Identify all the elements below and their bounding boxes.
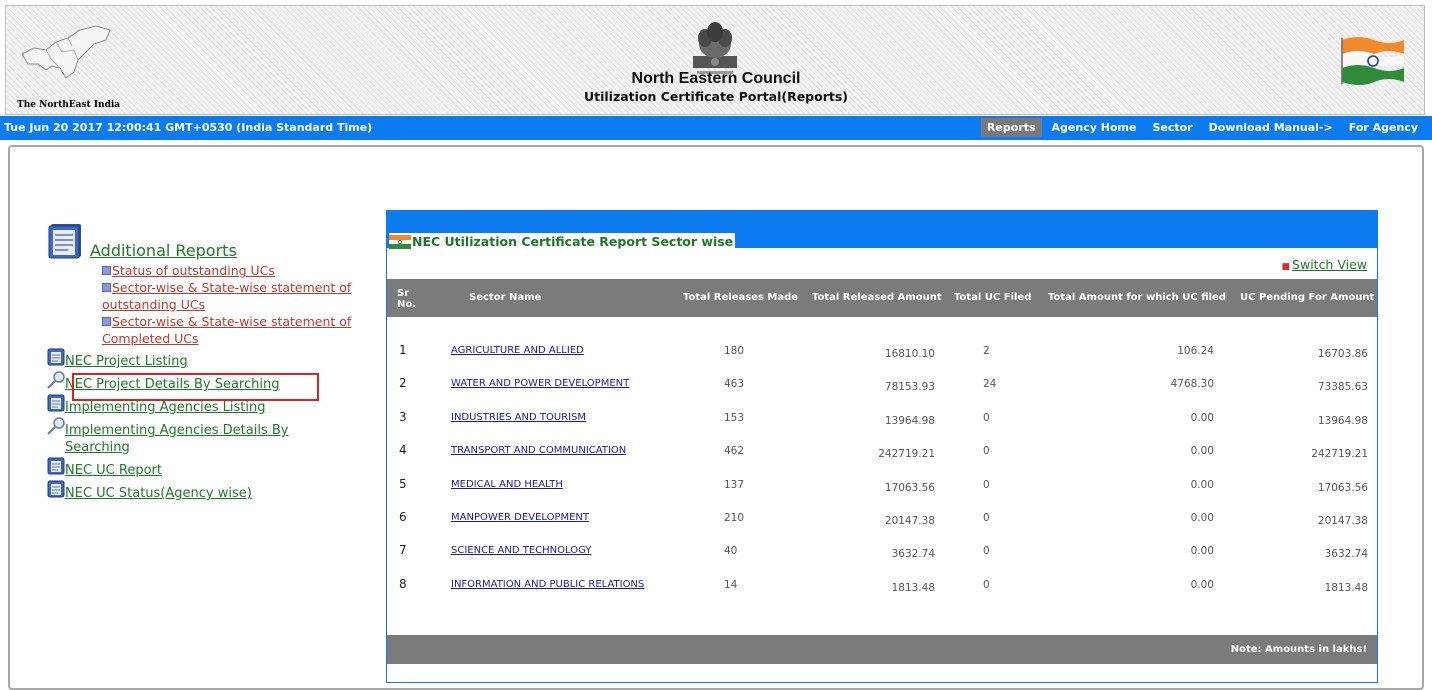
document-icon: [47, 348, 65, 366]
col-sr: Sr No.: [397, 288, 417, 310]
switch-view-link[interactable]: ■ Switch View: [1282, 257, 1367, 272]
top-navbar: Tue Jun 20 2017 12:00:41 GMT+0530 (India…: [0, 116, 1432, 140]
sector-link[interactable]: MEDICAL AND HEALTH: [451, 479, 563, 490]
sector-link[interactable]: INDUSTRIES AND TOURISM: [451, 412, 586, 423]
nav-sector[interactable]: Sector: [1146, 118, 1198, 137]
sidebar-item-uc-report[interactable]: NEC UC Report: [46, 457, 366, 480]
sidebar-item-project-listing[interactable]: NEC Project Listing: [46, 348, 366, 371]
india-flag-icon: [389, 234, 411, 249]
sector-link[interactable]: SCIENCE AND TECHNOLOGY: [451, 545, 591, 556]
table-row: 4 TRANSPORT AND COMMUNICATION 462 242719…: [399, 443, 1368, 461]
document-icon: [47, 394, 65, 412]
table-row: 2 WATER AND POWER DEVELOPMENT 463 78153.…: [399, 376, 1368, 394]
col-releases: Total Releases Made: [683, 292, 799, 303]
col-uc-amount: Total Amount for which UC filed: [1048, 292, 1226, 303]
document-icon: [47, 480, 65, 498]
nav-links: Reports Agency Home Sector Download Manu…: [980, 118, 1424, 137]
table-row: 6 MANPOWER DEVELOPMENT 210 20147.38 0 0.…: [399, 509, 1368, 527]
table-footer: Note: Amounts in lakhs!: [387, 635, 1377, 664]
table-row: 7 SCIENCE AND TECHNOLOGY 40 3632.74 0 0.…: [399, 543, 1368, 561]
document-icon: [47, 457, 65, 475]
magnifier-icon: [47, 417, 65, 435]
table-row: 8 INFORMATION AND PUBLIC RELATIONS 14 18…: [399, 576, 1368, 594]
sector-report: NEC Utilization Certificate Report Secto…: [386, 210, 1378, 683]
sector-link[interactable]: TRANSPORT AND COMMUNICATION: [451, 445, 626, 456]
bullet-icon: [102, 283, 111, 292]
sector-link[interactable]: WATER AND POWER DEVELOPMENT: [451, 378, 629, 389]
sidebar-item-agencies-search[interactable]: Implementing Agencies Details By Searchi…: [46, 417, 366, 457]
current-datetime: Tue Jun 20 2017 12:00:41 GMT+0530 (India…: [4, 121, 373, 134]
magnifier-icon: [47, 371, 65, 389]
bullet-icon: [102, 266, 111, 275]
sublink-statement-outstanding[interactable]: Sector-wise & State-wise statement of ou…: [102, 279, 382, 313]
bullet-icon: [102, 317, 111, 326]
nav-reports[interactable]: Reports: [980, 118, 1042, 137]
additional-reports-link[interactable]: Additional Reports: [90, 241, 237, 260]
sublink-outstanding-ucs[interactable]: Status of outstanding UCs: [102, 262, 382, 279]
sidebar-item-project-search[interactable]: NEC Project Details By Searching: [46, 371, 366, 394]
india-flag-icon: [1341, 37, 1404, 85]
col-sector: Sector Name: [469, 292, 542, 303]
table-row: 5 MEDICAL AND HEALTH 137 17063.56 0 0.00…: [399, 476, 1368, 494]
table-row: 3 INDUSTRIES AND TOURISM 153 13964.98 0 …: [399, 409, 1368, 427]
amounts-note: Note: Amounts in lakhs!: [1230, 644, 1367, 655]
col-uc-filed: Total UC Filed: [954, 292, 1032, 303]
report-title: NEC Utilization Certificate Report Secto…: [389, 233, 736, 250]
nav-for-agency[interactable]: For Agency: [1343, 118, 1424, 137]
sidebar-nav: NEC Project Listing NEC Project Details …: [46, 348, 366, 503]
table-body: 1 AGRICULTURE AND ALLIED 180 16810.10 2 …: [387, 337, 1377, 604]
report-header-bar: NEC Utilization Certificate Report Secto…: [387, 211, 1377, 250]
table-row: 1 AGRICULTURE AND ALLIED 180 16810.10 2 …: [399, 343, 1368, 360]
national-emblem-icon: [693, 22, 737, 74]
sidebar-item-agencies-listing[interactable]: Implementing Agencies Listing: [46, 394, 366, 417]
site-header: The NorthEast India North Eastern Counci…: [5, 5, 1425, 115]
sublink-statement-completed[interactable]: Sector-wise & State-wise statement of Co…: [102, 313, 382, 347]
report-document-icon: [48, 224, 81, 259]
nav-download-manual[interactable]: Download Manual->: [1203, 118, 1339, 137]
sector-link[interactable]: AGRICULTURE AND ALLIED: [451, 345, 584, 356]
table-header: Sr No. Sector Name Total Releases Made To…: [387, 279, 1377, 317]
sector-link[interactable]: MANPOWER DEVELOPMENT: [451, 512, 589, 523]
switch-icon: ■: [1281, 262, 1291, 272]
nav-agency-home[interactable]: Agency Home: [1046, 118, 1143, 137]
sector-link[interactable]: INFORMATION AND PUBLIC RELATIONS: [451, 579, 644, 590]
site-subtitle: Utilization Certificate Portal(Reports): [583, 89, 849, 104]
site-title: North Eastern Council: [631, 70, 801, 87]
additional-reports-sublinks: Status of outstanding UCs Sector-wise & …: [102, 262, 382, 347]
sidebar-item-uc-status[interactable]: NEC UC Status(Agency wise): [46, 480, 366, 503]
col-pending: UC Pending For Amount: [1240, 292, 1375, 303]
col-released-amount: Total Released Amount: [812, 292, 942, 303]
